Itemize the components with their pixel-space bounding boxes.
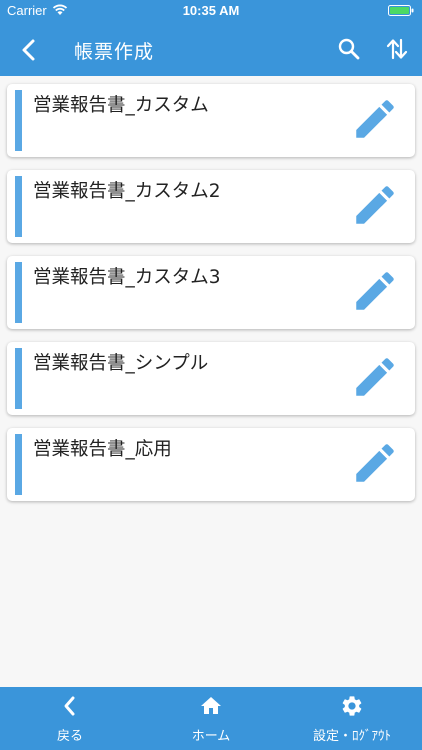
chevron-left-icon <box>64 696 75 716</box>
tab-settings[interactable]: 設定・ﾛｸﾞｱｳﾄ <box>282 687 422 750</box>
report-label: 営業報告書_カスタム <box>33 95 209 116</box>
pencil-icon[interactable] <box>350 266 400 316</box>
bottom-tab-bar: 戻る ホーム 設定・ﾛｸﾞｱｳﾄ <box>0 687 422 750</box>
pencil-icon[interactable] <box>350 180 400 230</box>
status-bar: Carrier 10:35 AM <box>0 0 422 22</box>
tab-back-label: 戻る <box>56 729 83 744</box>
list-item[interactable]: 営業報告書_カスタム3 <box>7 256 415 329</box>
report-label: 営業報告書_応用 <box>33 439 172 460</box>
tab-home-label: ホーム <box>191 729 231 744</box>
page-title: 帳票作成 <box>74 41 155 63</box>
report-label: 営業報告書_カスタム3 <box>33 267 221 288</box>
accent-bar <box>15 434 22 495</box>
sort-icon[interactable] <box>383 34 411 64</box>
search-icon[interactable] <box>336 36 362 62</box>
tab-back[interactable]: 戻る <box>0 687 140 750</box>
pencil-icon[interactable] <box>350 438 400 488</box>
tab-home[interactable]: ホーム <box>141 687 281 750</box>
report-list: 営業報告書_カスタム 営業報告書_カスタム2 営業報告書_カスタム3 営業報告書… <box>7 84 415 514</box>
accent-bar <box>15 90 22 151</box>
list-item[interactable]: 営業報告書_カスタム <box>7 84 415 157</box>
accent-bar <box>15 348 22 409</box>
list-item[interactable]: 営業報告書_カスタム2 <box>7 170 415 243</box>
accent-bar <box>15 262 22 323</box>
list-item[interactable]: 営業報告書_応用 <box>7 428 415 501</box>
tab-settings-label: 設定・ﾛｸﾞｱｳﾄ <box>312 729 391 744</box>
gear-icon <box>342 696 362 716</box>
list-item[interactable]: 営業報告書_シンプル <box>7 342 415 415</box>
navigation-bar: 帳票作成 <box>0 22 422 76</box>
report-label: 営業報告書_カスタム2 <box>33 181 221 202</box>
battery-icon <box>388 5 414 16</box>
back-chevron-icon[interactable] <box>14 35 44 65</box>
report-label: 営業報告書_シンプル <box>33 353 209 374</box>
status-time: 10:35 AM <box>182 3 240 18</box>
pencil-icon[interactable] <box>350 352 400 402</box>
home-icon <box>201 697 221 714</box>
pencil-icon[interactable] <box>350 94 400 144</box>
accent-bar <box>15 176 22 237</box>
